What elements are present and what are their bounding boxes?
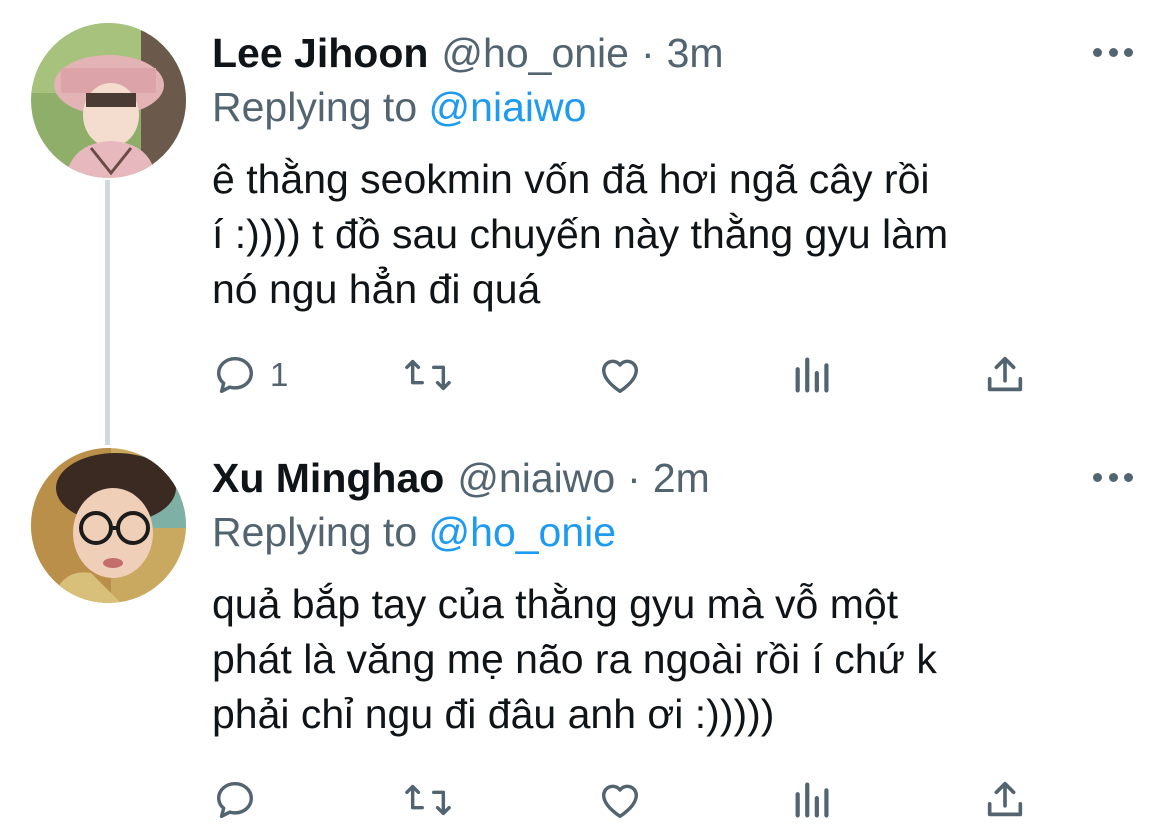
avatar-image xyxy=(31,23,186,178)
views-button[interactable] xyxy=(790,770,836,830)
separator-dot: · xyxy=(640,30,655,76)
timestamp[interactable]: 3m xyxy=(667,28,724,78)
tweet-actions xyxy=(212,770,1052,830)
reply-button[interactable]: 1 xyxy=(212,345,288,405)
tweet-text-line: phát là văng mẹ não ra ngoài rồi í chứ k xyxy=(212,636,937,682)
replying-prefix: Replying to xyxy=(212,84,418,130)
replying-mention[interactable]: @niaiwo xyxy=(429,84,587,130)
reply-icon xyxy=(216,356,254,394)
like-button[interactable] xyxy=(596,770,644,830)
share-button[interactable] xyxy=(982,345,1028,405)
reply-count: 1 xyxy=(270,356,289,393)
tweet-text-line: phải chỉ ngu đi đâu anh ơi :))))) xyxy=(212,691,775,737)
retweet-button[interactable] xyxy=(400,770,456,830)
avatar[interactable] xyxy=(31,23,186,178)
avatar-image xyxy=(31,448,186,603)
retweet-button[interactable] xyxy=(400,345,456,405)
timestamp[interactable]: 2m xyxy=(653,453,710,503)
retweet-icon xyxy=(405,359,451,391)
reply-button[interactable] xyxy=(212,770,270,830)
share-icon xyxy=(987,781,1023,817)
replying-mention[interactable]: @ho_onie xyxy=(429,509,617,555)
share-icon xyxy=(987,356,1023,392)
views-button[interactable] xyxy=(790,345,836,405)
thread-connector-line xyxy=(105,180,110,445)
tweet-text: ê thằng seokmin vốn đã hơi ngã cây rồi í… xyxy=(212,152,1112,317)
tweet-text-line: nó ngu hẳn đi quá xyxy=(212,266,541,312)
reply-icon xyxy=(216,781,254,819)
separator-dot: · xyxy=(627,455,641,501)
more-icon[interactable] xyxy=(1093,45,1133,59)
avatar[interactable] xyxy=(31,448,186,603)
author-handle[interactable]: @ho_onie xyxy=(441,28,629,78)
views-icon xyxy=(795,357,829,393)
author-name[interactable]: Xu Minghao xyxy=(212,453,444,503)
tweet-text-line: quả bắp tay của thằng gyu mà vỗ một xyxy=(212,581,899,627)
retweet-icon xyxy=(405,784,451,816)
like-icon xyxy=(601,784,639,819)
views-icon xyxy=(795,782,829,818)
author-name[interactable]: Lee Jihoon xyxy=(212,28,428,78)
replying-to: Replying to @ho_onie xyxy=(212,507,616,557)
tweet-text: quả bắp tay của thằng gyu mà vỗ một phát… xyxy=(212,577,1112,742)
share-button[interactable] xyxy=(982,770,1028,830)
author-handle[interactable]: @niaiwo xyxy=(457,453,615,503)
tweet-text-line: ê thằng seokmin vốn đã hơi ngã cây rồi xyxy=(212,156,930,202)
tweet-text-line: í :)))) t đồ sau chuyến này thằng gyu là… xyxy=(212,211,949,257)
like-icon xyxy=(601,359,639,394)
replying-prefix: Replying to xyxy=(212,509,418,555)
more-icon[interactable] xyxy=(1093,470,1133,484)
replying-to: Replying to @niaiwo xyxy=(212,82,586,132)
tweet-actions: 1 xyxy=(212,345,1052,405)
tweet-header: Lee Jihoon @ho_onie · 3m xyxy=(212,28,724,78)
like-button[interactable] xyxy=(596,345,644,405)
tweet-header: Xu Minghao @niaiwo · 2m xyxy=(212,453,710,503)
